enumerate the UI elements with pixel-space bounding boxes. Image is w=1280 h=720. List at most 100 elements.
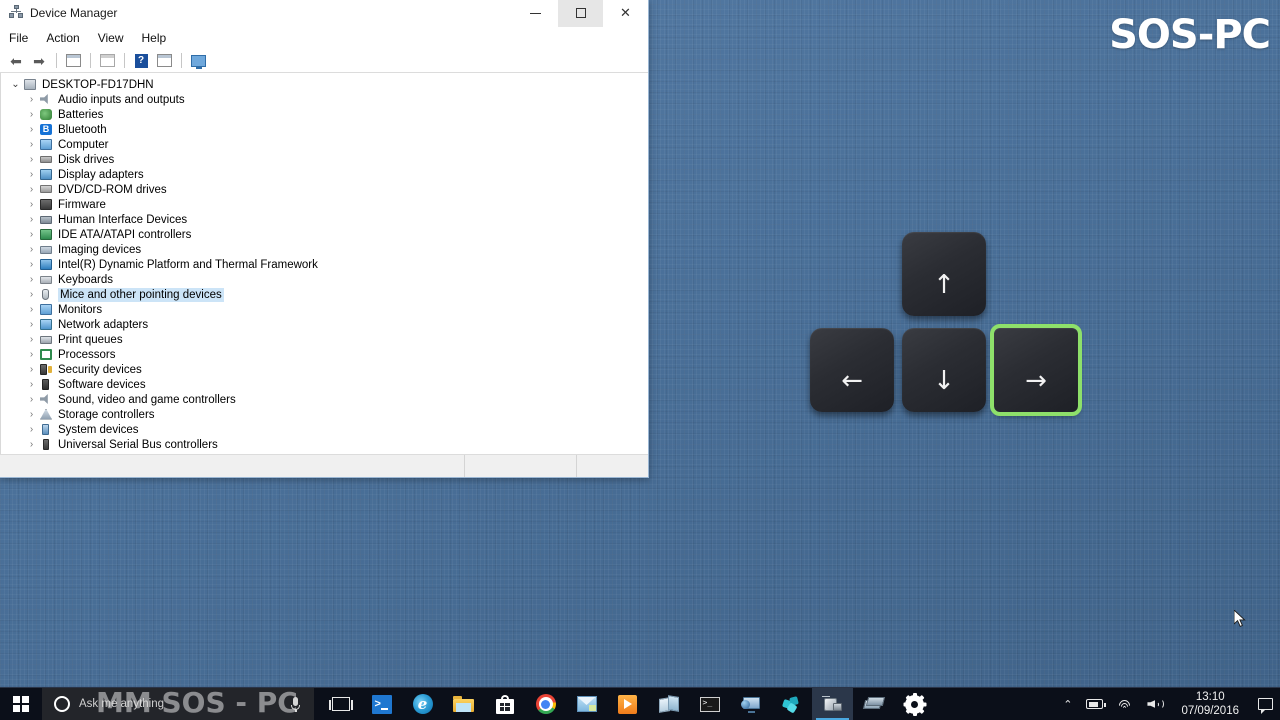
keyboard-icon (38, 273, 54, 287)
chevron-right-icon[interactable]: › (25, 259, 38, 270)
tree-item-monitors[interactable]: › Monitors (7, 302, 648, 317)
show-hidden-icons-button[interactable]: ⌃ (1056, 688, 1079, 720)
desktop: SOS-PC Device Manager ✕ File Action View… (0, 0, 1280, 720)
task-view-button[interactable] (320, 688, 361, 720)
vlc-icon (618, 694, 637, 714)
chevron-right-icon[interactable]: › (25, 94, 38, 105)
help-button[interactable]: ? (130, 51, 152, 71)
chevron-right-icon[interactable]: › (25, 139, 38, 150)
chevron-right-icon[interactable]: › (25, 394, 38, 405)
battery-status-button[interactable] (1079, 688, 1110, 720)
taskbar-item-3d-app[interactable] (771, 688, 812, 720)
device-tree: ⌄ DESKTOP-FD17DHN › Audio inputs and outp… (1, 73, 648, 452)
chevron-right-icon[interactable]: › (25, 334, 38, 345)
tree-item-label: IDE ATA/ATAPI controllers (58, 228, 192, 241)
properties-button[interactable] (62, 51, 84, 71)
chevron-right-icon[interactable]: › (25, 154, 38, 165)
chevron-right-icon[interactable]: › (25, 319, 38, 330)
taskbar-item-remote-desktop[interactable] (730, 688, 771, 720)
taskbar-item-device-manager[interactable] (812, 687, 853, 720)
tree-item-universal-serial-bus-controllers[interactable]: › Universal Serial Bus controllers (7, 437, 648, 452)
taskbar-item-mail[interactable] (566, 688, 607, 720)
chevron-right-icon[interactable]: › (25, 364, 38, 375)
tree-item-firmware[interactable]: › Firmware (7, 197, 648, 212)
search-input[interactable]: Ask me anything (42, 687, 314, 720)
tree-item-network-adapters[interactable]: › Network adapters (7, 317, 648, 332)
taskbar-item-media-player[interactable] (607, 688, 648, 720)
chevron-right-icon[interactable]: › (25, 274, 38, 285)
tree-item-security-devices[interactable]: › Security devices (7, 362, 648, 377)
taskbar-item-edge[interactable]: e (402, 688, 443, 720)
clock-date: 07/09/2016 (1181, 705, 1239, 717)
tree-item-print-queues[interactable]: › Print queues (7, 332, 648, 347)
tree-item-system-devices[interactable]: › System devices (7, 422, 648, 437)
minimize-button[interactable] (513, 0, 558, 27)
taskbar-item-chrome[interactable] (525, 688, 566, 720)
maximize-button[interactable] (558, 0, 603, 27)
tree-item-processors[interactable]: › Processors (7, 347, 648, 362)
taskbar-item-command-prompt[interactable] (689, 688, 730, 720)
chevron-right-icon[interactable]: › (25, 229, 38, 240)
chevron-right-icon[interactable]: › (25, 424, 38, 435)
window-titlebar[interactable]: Device Manager ✕ (0, 0, 648, 27)
chevron-right-icon[interactable]: › (25, 199, 38, 210)
clock[interactable]: 13:10 07/09/2016 (1170, 688, 1250, 720)
show-hidden-devices-button[interactable] (187, 51, 209, 71)
tree-item-disk-drives[interactable]: › Disk drives (7, 152, 648, 167)
chevron-right-icon[interactable]: › (25, 349, 38, 360)
close-button[interactable]: ✕ (603, 0, 648, 27)
menu-help[interactable]: Help (142, 29, 176, 47)
gear-icon (903, 692, 926, 716)
tree-item-root[interactable]: ⌄ DESKTOP-FD17DHN (7, 77, 648, 92)
chevron-right-icon[interactable]: › (25, 184, 38, 195)
taskbar-item-store[interactable] (484, 688, 525, 720)
forward-button[interactable]: ➡ (28, 51, 50, 71)
tree-item-mice-and-other-pointing-devices[interactable]: › Mice and other pointing devices (7, 287, 648, 302)
tree-item-intel-r-dynamic-platform-and-thermal-framework[interactable]: › Intel(R) Dynamic Platform and Thermal F… (7, 257, 648, 272)
scan-hardware-button[interactable] (153, 51, 175, 71)
menu-action[interactable]: Action (46, 29, 88, 47)
device-tree-panel[interactable]: ⌄ DESKTOP-FD17DHN › Audio inputs and outp… (0, 73, 648, 454)
update-driver-button[interactable] (96, 51, 118, 71)
microphone-icon[interactable] (291, 696, 300, 712)
chevron-right-icon[interactable]: › (25, 214, 38, 225)
chevron-right-icon[interactable]: › (25, 244, 38, 255)
system-device-icon (38, 423, 54, 437)
tree-item-dvd-cd-rom-drives[interactable]: › DVD/CD-ROM drives (7, 182, 648, 197)
tree-item-software-devices[interactable]: › Software devices (7, 377, 648, 392)
tree-item-ide-ata-atapi-controllers[interactable]: › IDE ATA/ATAPI controllers (7, 227, 648, 242)
firmware-icon (38, 198, 54, 212)
chevron-right-icon[interactable]: › (25, 379, 38, 390)
taskbar-item-settings[interactable] (894, 688, 935, 720)
tree-item-keyboards[interactable]: › Keyboards (7, 272, 648, 287)
chevron-down-icon[interactable]: ⌄ (9, 79, 22, 90)
back-button[interactable]: ⬅ (5, 51, 27, 71)
tree-item-batteries[interactable]: › Batteries (7, 107, 648, 122)
taskbar-item-powershell[interactable]: > (361, 688, 402, 720)
start-button[interactable] (0, 688, 42, 720)
tree-item-bluetooth[interactable]: › B Bluetooth (7, 122, 648, 137)
tree-item-audio-inputs-and-outputs[interactable]: › Audio inputs and outputs (7, 92, 648, 107)
taskbar-item-reader[interactable] (648, 688, 689, 720)
tree-item-human-interface-devices[interactable]: › Human Interface Devices (7, 212, 648, 227)
action-center-icon (1257, 698, 1273, 714)
tree-item-display-adapters[interactable]: › Display adapters (7, 167, 648, 182)
network-status-button[interactable] (1110, 688, 1140, 720)
tree-item-computer[interactable]: › Computer (7, 137, 648, 152)
volume-button[interactable] (1140, 688, 1170, 720)
chevron-right-icon[interactable]: › (25, 124, 38, 135)
chevron-right-icon[interactable]: › (25, 439, 38, 450)
chevron-right-icon[interactable]: › (25, 289, 38, 300)
chevron-right-icon[interactable]: › (25, 169, 38, 180)
tree-item-imaging-devices[interactable]: › Imaging devices (7, 242, 648, 257)
taskbar-item-file-explorer[interactable] (443, 688, 484, 720)
taskbar-item-windows-explorer[interactable] (853, 688, 894, 720)
chevron-right-icon[interactable]: › (25, 409, 38, 420)
tree-item-storage-controllers[interactable]: › Storage controllers (7, 407, 648, 422)
chevron-right-icon[interactable]: › (25, 109, 38, 120)
menu-view[interactable]: View (98, 29, 133, 47)
action-center-button[interactable] (1250, 688, 1280, 720)
chevron-right-icon[interactable]: › (25, 304, 38, 315)
menu-file[interactable]: File (9, 29, 37, 47)
tree-item-sound-video-and-game-controllers[interactable]: › Sound, video and game controllers (7, 392, 648, 407)
